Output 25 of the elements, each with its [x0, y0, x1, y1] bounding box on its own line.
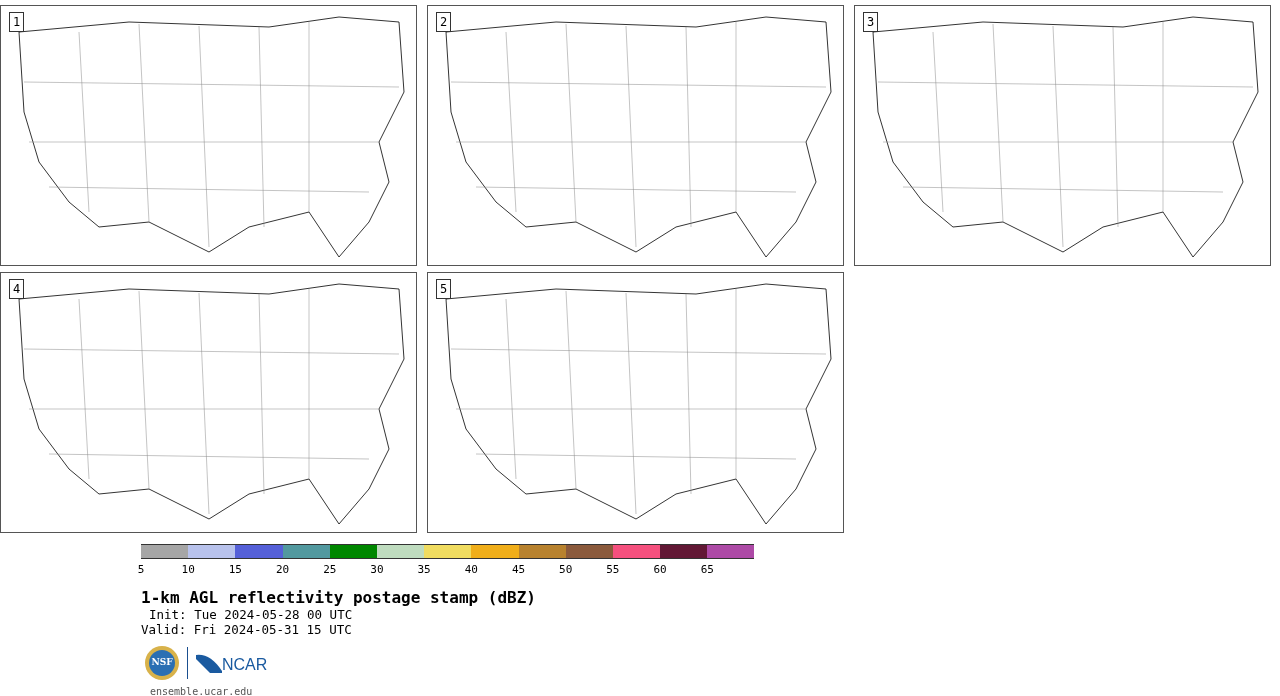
colorbar-tick-label: 10: [181, 563, 195, 577]
panel-number: 2: [436, 12, 452, 32]
colorbar-tick-label: 15: [228, 563, 242, 577]
colorbar-tick-label: 45: [511, 563, 526, 577]
colorbar-tick-label: 35: [417, 563, 431, 577]
colorbar-tick-label: 30: [370, 563, 384, 577]
colorbar-tick-label: 65: [700, 563, 714, 577]
swoosh-icon: [196, 653, 222, 673]
colorbar-tick-label: 40: [464, 563, 478, 577]
colorbar-tick-label: 5: [137, 563, 145, 577]
colorbar-tick-label: 50: [559, 563, 573, 577]
panel-number: 4: [9, 279, 25, 299]
ncar-logo-text: NCAR: [222, 657, 268, 673]
nsf-logo-text: NSF: [151, 656, 173, 670]
valid-time: Valid: Fri 2024-05-31 15 UTC: [141, 622, 353, 637]
panel-number: 5: [436, 279, 452, 299]
init-time: Init: Tue 2024-05-28 00 UTC: [148, 607, 354, 622]
colorbar-tick-label: 20: [275, 563, 290, 577]
panel-number: 1: [9, 12, 25, 32]
colorbar-tick-label: 60: [653, 563, 667, 577]
colorbar-tick-label: 55: [606, 563, 620, 577]
panel-number: 3: [863, 12, 879, 32]
colorbar-tick-label: 25: [323, 563, 337, 577]
footer-url: ensemble.ucar.edu: [150, 686, 254, 696]
chart-title: 1-km AGL reflectivity postage stamp (dBZ): [141, 589, 537, 607]
